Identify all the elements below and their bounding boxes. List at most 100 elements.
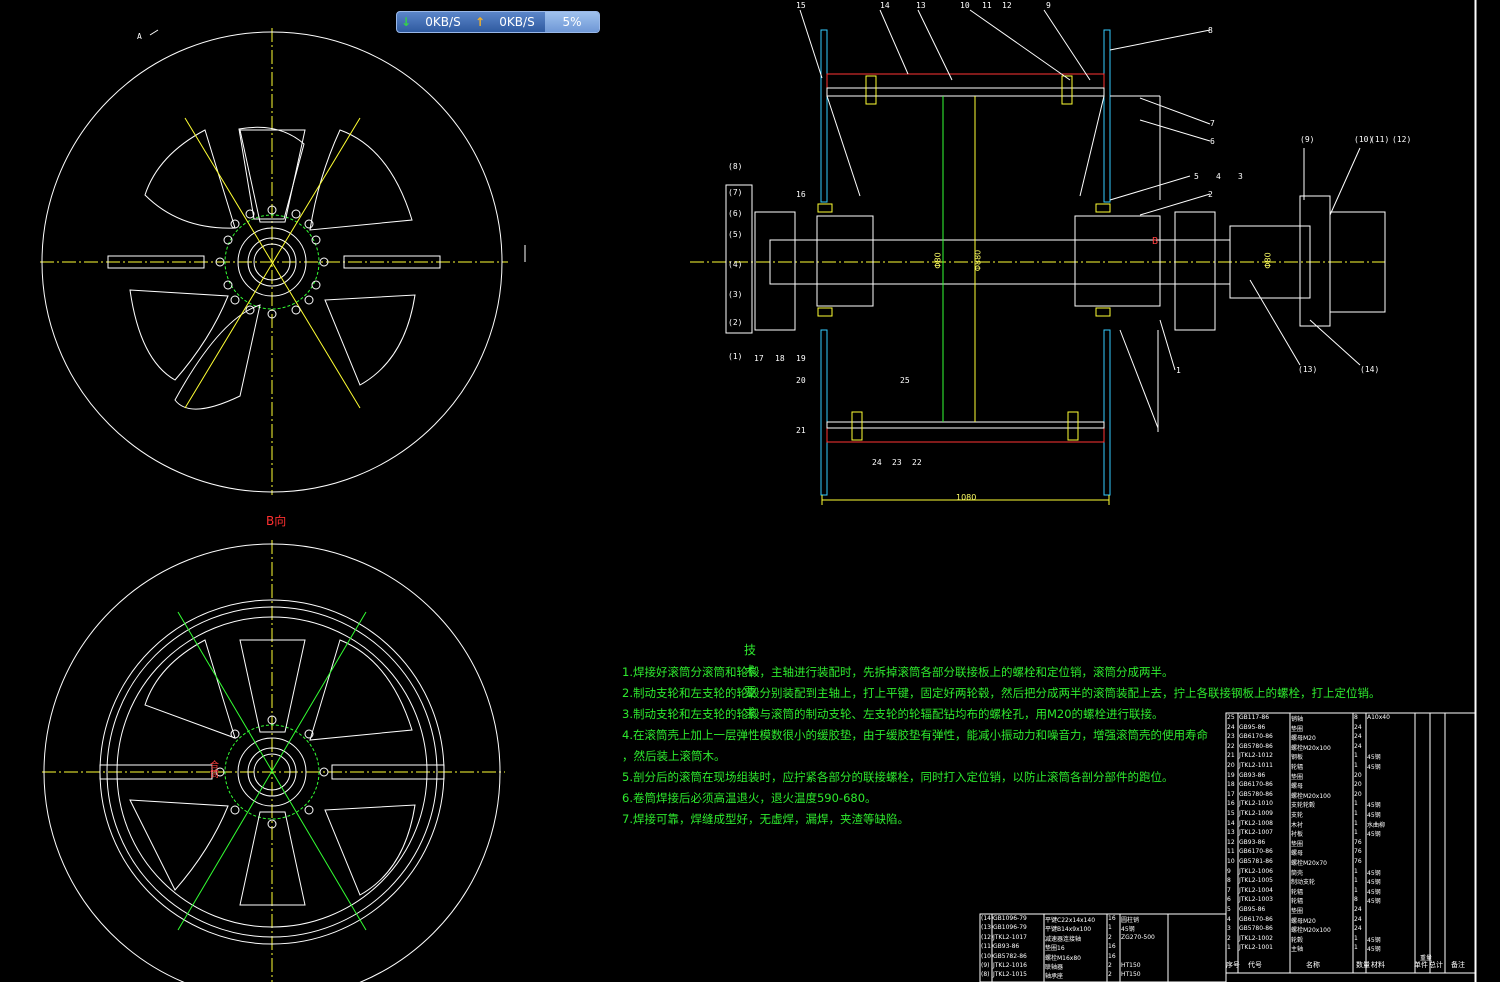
bom-cell: GB6170-86 bbox=[1239, 781, 1273, 789]
bom-cell: 减速器连接轴 bbox=[1045, 935, 1082, 943]
part-label: 4 bbox=[1216, 172, 1221, 181]
bom-cell: 轮毂 bbox=[1291, 936, 1304, 944]
bom-cell: JTKL2-1007 bbox=[1239, 829, 1273, 837]
bom-cell: 衬板 bbox=[1291, 831, 1304, 839]
bom-cell: 20 bbox=[1227, 762, 1235, 769]
bom-cell: 7 bbox=[1227, 886, 1231, 894]
bom-cell: 筒壳 bbox=[1291, 869, 1304, 877]
part-label: 5 bbox=[1194, 172, 1199, 181]
part-label: (3) bbox=[728, 290, 743, 299]
bom-header-cell: 代号 bbox=[1248, 961, 1262, 969]
bom-cell: 轮辐 bbox=[1291, 898, 1304, 906]
bom-cell: 45钢 bbox=[1367, 898, 1381, 906]
part-label: 20 bbox=[796, 376, 806, 385]
bom-cell: 24 bbox=[1354, 723, 1362, 731]
bom-cell: JTKL2-1001 bbox=[1239, 944, 1273, 952]
bom-cell: 螺栓M20x100 bbox=[1291, 792, 1331, 800]
bom-cell: 16 bbox=[1108, 952, 1116, 960]
bom-cell: 76 bbox=[1354, 858, 1362, 865]
bom-cell: 45钢 bbox=[1367, 936, 1381, 944]
bom-cell: 平键B14x9x100 bbox=[1045, 926, 1092, 934]
bom-cell: 15 bbox=[1227, 810, 1235, 817]
bom-cell: 螺栓M20x100 bbox=[1291, 744, 1331, 752]
bom-cell: 钢板 bbox=[1291, 754, 1304, 762]
bom-cell: 2 bbox=[1108, 933, 1112, 941]
bom-cell: (11) bbox=[981, 943, 994, 951]
bom-cell: 17 bbox=[1227, 790, 1235, 798]
tech-line: 7.焊接可靠，焊缝成型好，无虚焊，漏焊，夹渣等缺陷。 bbox=[622, 812, 909, 826]
bom-cell: GB1096-79 bbox=[993, 924, 1027, 932]
part-label: 2 bbox=[1208, 190, 1213, 199]
bom-cell: JTKL2-1009 bbox=[1239, 810, 1273, 817]
bom-cell: HT150 bbox=[1121, 971, 1141, 979]
bom-cell: GB95-86 bbox=[1239, 906, 1266, 913]
bom-cell: JTKL2-1006 bbox=[1239, 867, 1273, 875]
bom-cell: JTKL2-1011 bbox=[1239, 762, 1273, 769]
bom-cell: 24 bbox=[1354, 906, 1362, 913]
bom-cell: 垫圈 bbox=[1291, 840, 1304, 848]
bom-cell: 45钢 bbox=[1367, 831, 1381, 839]
part-label: 16 bbox=[796, 190, 806, 199]
bom-cell: 45钢 bbox=[1367, 946, 1381, 954]
part-label: 12 bbox=[1002, 1, 1012, 10]
bom-cell: 垫圈 bbox=[1291, 725, 1304, 733]
bom-cell: 45钢 bbox=[1367, 802, 1381, 810]
part-label: 3 bbox=[1238, 172, 1243, 181]
part-label: (5) bbox=[728, 230, 743, 239]
bom-cell: 轴承座 bbox=[1045, 973, 1064, 981]
bom-cell: 10 bbox=[1227, 858, 1235, 865]
part-label: 10 bbox=[960, 1, 970, 10]
bom-header-weight: 重量 bbox=[1420, 955, 1433, 962]
part-label: 8 bbox=[1208, 26, 1213, 35]
bom-cell: 8 bbox=[1354, 714, 1358, 721]
part-label: 11 bbox=[982, 1, 992, 10]
bom-cell: 76 bbox=[1354, 848, 1362, 856]
part-label: (8) bbox=[728, 162, 743, 171]
bom-header-cell: 材料 bbox=[1371, 961, 1385, 969]
bom-cell: 螺母 bbox=[1291, 850, 1304, 858]
view-b-label: B向 bbox=[266, 514, 287, 528]
bom-cell: 45钢 bbox=[1367, 812, 1381, 819]
bom-cell: 1 bbox=[1354, 800, 1358, 808]
bom-cell: 螺栓M16x80 bbox=[1045, 954, 1081, 962]
bom-cell: (13) bbox=[981, 924, 994, 932]
bom-cell: 14 bbox=[1227, 819, 1235, 827]
part-label: 25 bbox=[900, 376, 910, 385]
part-label: (13) bbox=[1298, 365, 1318, 374]
bom-cell: 16 bbox=[1227, 800, 1235, 808]
bom-header-cell: 名称 bbox=[1306, 961, 1320, 969]
bom-cell: 24 bbox=[1354, 925, 1362, 933]
bom-cell: 螺母M20 bbox=[1291, 735, 1316, 743]
bom-cell: 45钢 bbox=[1367, 888, 1381, 896]
tech-line: 6.卷筒焊接后必须高温退火，退火温度590-680。 bbox=[622, 791, 877, 805]
section-marker-a: A bbox=[137, 32, 142, 41]
bom-cell: JTKL2-1005 bbox=[1239, 877, 1273, 885]
section-marker-b: B bbox=[1152, 236, 1159, 247]
bom-cell: JTKL2-1012 bbox=[1239, 752, 1273, 760]
part-label: (2) bbox=[728, 318, 743, 327]
bom-cell: 11 bbox=[1227, 848, 1235, 856]
tech-line: ，然后装上滚筒木。 bbox=[622, 749, 726, 763]
part-label: 13 bbox=[916, 1, 926, 10]
bom-cell: 1 bbox=[1354, 944, 1358, 952]
bom-cell: 平键C22x14x140 bbox=[1045, 917, 1096, 924]
bom-cell: GB6170-86 bbox=[1239, 848, 1273, 856]
bom-header-cell: 序号 bbox=[1226, 961, 1240, 969]
bom-cell: 垫圈16 bbox=[1045, 945, 1065, 953]
tech-line: 3.制动支轮和左支轮的轮毂与滚筒的制动支轮、左支轮的轮辐配钻均布的螺栓孔，用M2… bbox=[622, 707, 1164, 721]
part-label: 17 bbox=[754, 354, 764, 363]
bom-cell: JTKL2-1004 bbox=[1239, 886, 1273, 894]
bom-cell: 45钢 bbox=[1367, 754, 1381, 762]
bom-cell: 5 bbox=[1227, 906, 1231, 913]
bom-cell: 21 bbox=[1227, 752, 1235, 760]
bom-cell: GB93-86 bbox=[1239, 838, 1266, 846]
bom-cell: HT150 bbox=[1121, 962, 1141, 969]
bom-cell: 螺母M20 bbox=[1291, 917, 1316, 925]
bom-cell: JTKL2-1008 bbox=[1239, 819, 1273, 827]
bom-cell: GB95-86 bbox=[1239, 723, 1266, 731]
bom-cell: GB117-86 bbox=[1239, 714, 1270, 721]
part-label: 18 bbox=[775, 354, 785, 363]
bom-cell: 45钢 bbox=[1121, 926, 1135, 934]
bom-cell: 25 bbox=[1227, 714, 1235, 721]
bom-cell: 螺栓M20x100 bbox=[1291, 927, 1331, 935]
